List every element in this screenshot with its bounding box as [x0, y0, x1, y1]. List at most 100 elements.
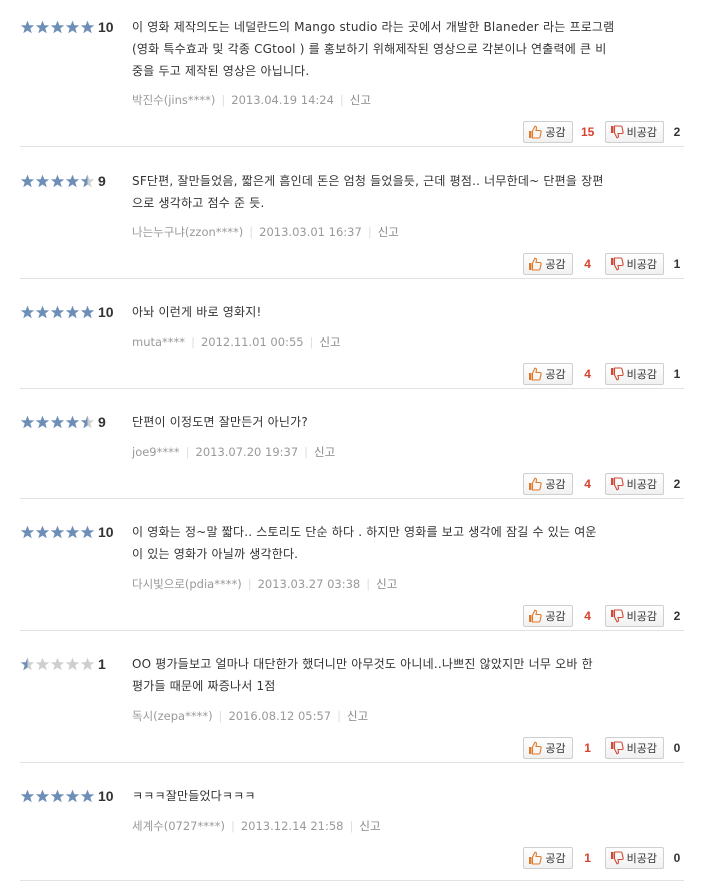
star-icon [65, 20, 80, 34]
review-text-line: 단편이 이정도면 잘만든거 아닌가? [132, 415, 308, 429]
meta-divider: | [337, 709, 341, 723]
dislike-count: 1 [673, 257, 681, 271]
report-link[interactable]: 신고 [350, 93, 371, 107]
star-rating: 10 [20, 788, 114, 804]
like-count: 1 [584, 851, 591, 865]
like-label: 공감 [545, 610, 566, 623]
review-divider [20, 880, 684, 881]
meta-divider: | [366, 577, 371, 591]
dislike-count: 2 [673, 477, 681, 491]
like-label: 공감 [545, 742, 566, 755]
review-actions: 공감 4 비공감 2 [523, 473, 684, 495]
report-link[interactable]: 신고 [319, 335, 340, 349]
review-list: 10 이 영화 제작의도는 네덜란드의 Mango studio 라는 곳에서 … [0, 0, 704, 886]
dislike-label: 비공감 [626, 610, 657, 623]
review-date: 2013.03.01 16:37 [259, 225, 362, 239]
dislike-button[interactable]: 비공감 [604, 737, 664, 759]
author-name[interactable]: 독시(zepa****) [132, 709, 213, 723]
star-icon [65, 789, 80, 803]
review-text-line: SF단편, 잘만들었음, 짧은게 흠인데 돈은 엄청 들었을듯, 근데 평점..… [132, 174, 604, 188]
meta-divider: | [218, 709, 223, 723]
like-button[interactable]: 공감 [523, 363, 573, 385]
dislike-button[interactable]: 비공감 [604, 473, 664, 495]
like-button[interactable]: 공감 [523, 473, 573, 495]
rating-score: 10 [98, 524, 114, 540]
report-link[interactable]: 신고 [359, 819, 380, 833]
meta-divider: | [349, 819, 354, 833]
review-text-line: 평가들 때문에 짜증나서 1점 [132, 679, 276, 693]
star-icon [20, 20, 35, 34]
report-link[interactable]: 신고 [378, 225, 399, 239]
star-rating: 9 [20, 414, 106, 430]
report-link[interactable]: 신고 [376, 577, 397, 591]
review-actions: 공감 4 비공감 1 [523, 253, 684, 275]
author-name[interactable]: 세계수(0727****) [132, 819, 225, 833]
author-name[interactable]: joe9**** [132, 445, 180, 459]
rating-score: 10 [98, 788, 114, 804]
star-icon [35, 20, 50, 34]
like-button[interactable]: 공감 [523, 121, 573, 143]
review-date: 2012.11.01 00:55 [200, 335, 304, 349]
star-icon [50, 415, 65, 429]
review-divider [20, 278, 684, 279]
review-meta: 나는누구냐(zzon****) | 2013.03.01 16:37 | 신고 [132, 224, 399, 240]
dislike-button[interactable]: 비공감 [604, 605, 664, 627]
like-button[interactable]: 공감 [523, 605, 573, 627]
dislike-button[interactable]: 비공감 [604, 363, 664, 385]
dislike-label: 비공감 [626, 478, 657, 491]
meta-divider: | [247, 577, 252, 591]
review-date: 2013.03.27 03:38 [257, 577, 361, 591]
star-icon [80, 525, 95, 539]
star-icon [20, 415, 35, 429]
like-button[interactable]: 공감 [523, 847, 573, 869]
review-meta: joe9**** | 2013.07.20 19:37 | 신고 [132, 444, 335, 460]
meta-divider: | [185, 445, 190, 459]
star-icon [80, 415, 95, 429]
author-name[interactable]: muta**** [132, 335, 185, 349]
star-icon [65, 415, 80, 429]
report-link[interactable]: 신고 [314, 445, 335, 459]
dislike-label: 비공감 [626, 368, 657, 381]
star-icon [80, 789, 95, 803]
review-date: 2013.07.20 19:37 [195, 445, 299, 459]
review-date: 2013.12.14 21:58 [240, 819, 344, 833]
meta-divider: | [249, 225, 254, 239]
review-text: 아놔 이런게 바로 영화지! [132, 301, 672, 323]
review-meta: muta**** | 2012.11.01 00:55 | 신고 [132, 334, 341, 350]
review-text: ㅋㅋㅋ잘만들었다ㅋㅋㅋ [132, 785, 672, 807]
rating-score: 10 [98, 304, 114, 320]
star-icon [20, 525, 35, 539]
dislike-button[interactable]: 비공감 [604, 253, 664, 275]
dislike-count: 0 [673, 851, 681, 865]
dislike-button[interactable]: 비공감 [604, 847, 664, 869]
thumbs-down-icon [610, 609, 624, 623]
like-button[interactable]: 공감 [523, 253, 573, 275]
star-rating: 10 [20, 304, 114, 320]
thumbs-up-icon [528, 609, 543, 623]
star-icon [80, 20, 95, 34]
thumbs-down-icon [610, 125, 624, 139]
thumbs-down-icon [610, 257, 624, 271]
star-icon [50, 305, 65, 319]
star-icon [35, 789, 50, 803]
review-meta: 다시빛으로(pdia****) | 2013.03.27 03:38 | 신고 [132, 576, 397, 592]
star-icon [80, 305, 95, 319]
star-icon [65, 305, 80, 319]
star-icon [65, 174, 80, 188]
like-count: 4 [584, 257, 591, 271]
star-icon [20, 174, 35, 188]
author-name[interactable]: 다시빛으로(pdia****) [132, 577, 242, 591]
review-text-line: 아놔 이런게 바로 영화지! [132, 305, 262, 319]
star-icon [50, 789, 65, 803]
dislike-button[interactable]: 비공감 [604, 121, 664, 143]
author-name[interactable]: 박진수(jins****) [132, 93, 215, 107]
thumbs-up-icon [528, 367, 543, 381]
like-count: 15 [580, 125, 595, 139]
like-label: 공감 [545, 368, 566, 381]
report-link[interactable]: 신고 [347, 709, 368, 723]
star-icon [35, 305, 50, 319]
star-icon [35, 657, 50, 671]
author-name[interactable]: 나는누구냐(zzon****) [132, 225, 243, 239]
star-rating: 10 [20, 19, 114, 35]
like-button[interactable]: 공감 [523, 737, 573, 759]
